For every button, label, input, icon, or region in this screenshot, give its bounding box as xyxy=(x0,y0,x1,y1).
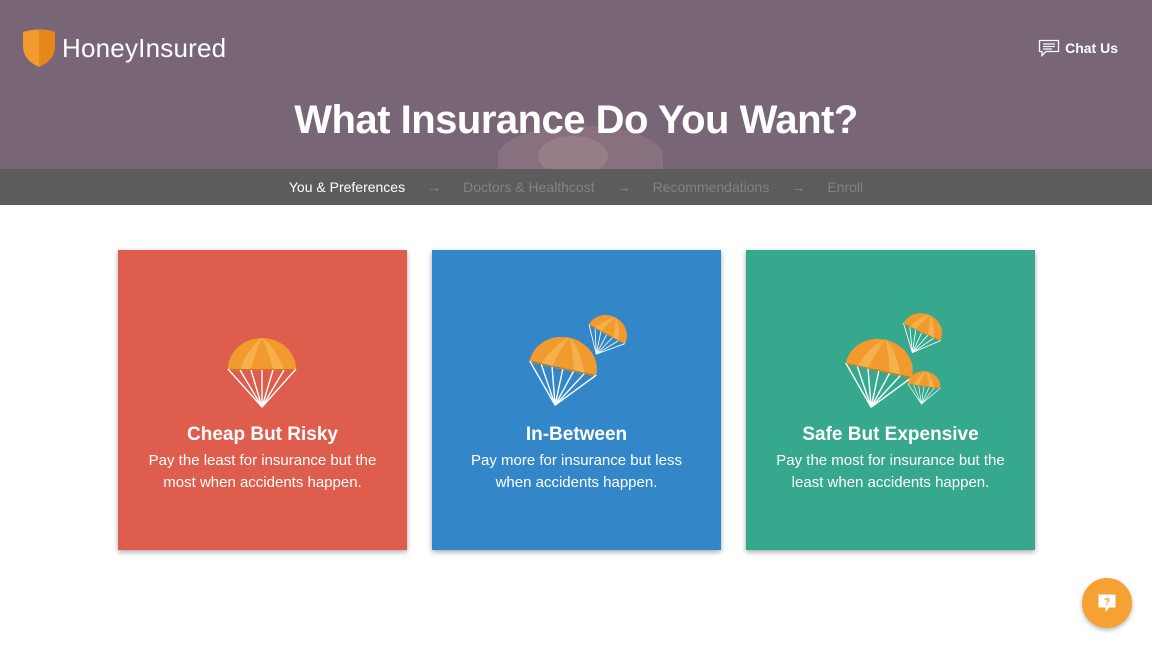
step-doctors-healthcost[interactable]: Doctors & Healthcost xyxy=(463,179,595,195)
card-cheap-but-risky[interactable]: Cheap But Risky Pay the least for insura… xyxy=(118,250,407,550)
help-chat-button[interactable]: ? xyxy=(1082,578,1132,628)
card-title: Cheap But Risky xyxy=(187,424,338,445)
two-parachutes-icon xyxy=(521,307,635,413)
three-parachutes-icon xyxy=(837,306,949,415)
logo[interactable]: HoneyInsured xyxy=(20,28,226,68)
step-arrow-icon: → xyxy=(427,179,442,195)
card-description: Pay the most for insurance but the least… xyxy=(776,452,1005,491)
logo-text: HoneyInsured xyxy=(62,32,227,63)
chat-us-link[interactable]: Chat Us xyxy=(1038,39,1118,57)
step-arrow-icon: → xyxy=(616,179,631,195)
chat-bubble-icon xyxy=(1038,39,1060,57)
card-in-between[interactable]: In-Between Pay more for insurance but le… xyxy=(432,250,721,550)
card-title: Safe But Expensive xyxy=(802,424,979,445)
step-you-preferences[interactable]: You & Preferences xyxy=(289,179,405,195)
chat-us-label: Chat Us xyxy=(1065,40,1118,56)
shield-logo-icon xyxy=(23,29,55,67)
one-parachute-icon xyxy=(227,337,297,408)
step-enroll[interactable]: Enroll xyxy=(827,179,863,195)
card-description: Pay more for insurance but less when acc… xyxy=(471,452,682,491)
step-arrow-icon: → xyxy=(791,179,806,195)
question-chat-icon: ? xyxy=(1098,594,1116,612)
svg-text:?: ? xyxy=(1104,597,1110,608)
card-safe-but-expensive[interactable]: Safe But Expensive Pay the most for insu… xyxy=(746,250,1035,550)
card-title: In-Between xyxy=(525,424,628,445)
page-title: What Insurance Do You Want? xyxy=(294,98,858,142)
card-description: Pay the least for insurance but the most… xyxy=(148,452,377,491)
hero-banner xyxy=(0,0,1152,169)
step-recommendations[interactable]: Recommendations xyxy=(653,179,770,195)
progress-steps-bar: You & Preferences → Doctors & Healthcost… xyxy=(0,169,1152,205)
